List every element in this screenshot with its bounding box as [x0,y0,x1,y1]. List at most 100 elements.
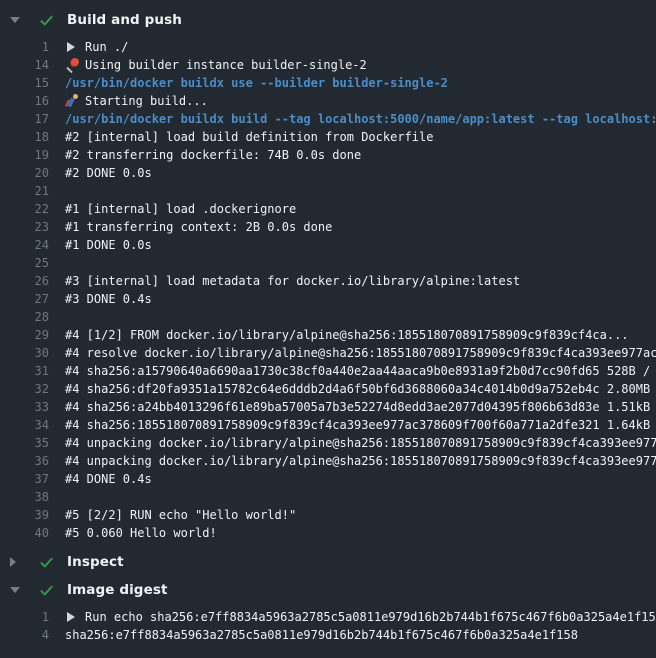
section-inspect: Inspect [0,548,656,576]
line-number[interactable]: 21 [0,184,49,198]
log-text: #2 DONE 0.0s [65,166,152,180]
chevron-down-icon[interactable] [10,17,26,23]
log-line: 18 #2 [internal] load build definition f… [0,128,656,146]
line-number[interactable]: 25 [0,256,49,270]
log-line: 19 #2 transferring dockerfile: 74B 0.0s … [0,146,656,164]
line-number[interactable]: 36 [0,454,49,468]
log-text: #4 sha256:df20fa9351a15782c64e6dddb2d4a6… [65,382,656,396]
line-number[interactable]: 1 [0,40,49,54]
line-number[interactable]: 18 [0,130,49,144]
success-check-icon [38,554,54,570]
log-text: #4 unpacking docker.io/library/alpine@sh… [65,454,656,468]
line-number[interactable]: 40 [0,526,49,540]
log-line: 32 #4 sha256:df20fa9351a15782c64e6dddb2d… [0,380,656,398]
log-line: 38 [0,488,656,506]
log-text: sha256:e7ff8834a5963a2785c5a0811e979d16b… [65,628,578,642]
log-text: #5 0.060 Hello world! [65,526,217,540]
line-number[interactable]: 31 [0,364,49,378]
line-number[interactable]: 32 [0,382,49,396]
log-line: 23 #1 transferring context: 2B 0.0s done [0,218,656,236]
log-line: 30 #4 resolve docker.io/library/alpine@s… [0,344,656,362]
log-block-image-digest: 1 Run echo sha256:e7ff8834a5963a2785c5a0… [0,604,656,650]
line-number[interactable]: 16 [0,94,49,108]
play-icon [65,40,81,54]
section-header-image-digest[interactable]: Image digest [0,576,656,604]
log-text: #1 DONE 0.0s [65,238,152,252]
log-line: 29 #4 [1/2] FROM docker.io/library/alpin… [0,326,656,344]
log-line: 15 /usr/bin/docker buildx use --builder … [0,74,656,92]
log-line: 22 #1 [internal] load .dockerignore [0,200,656,218]
log-text: Starting build... [85,94,208,108]
section-build-and-push: Build and push 1 Run ./ 14 Using builder… [0,6,656,548]
log-line: 16 Starting build... [0,92,656,110]
success-check-icon [38,582,54,598]
log-line: 20 #2 DONE 0.0s [0,164,656,182]
section-header-build-and-push[interactable]: Build and push [0,6,656,34]
actions-log-viewer: Build and push 1 Run ./ 14 Using builder… [0,0,656,650]
line-number[interactable]: 39 [0,508,49,522]
log-line: 40 #5 0.060 Hello world! [0,524,656,542]
log-line: 1 Run ./ [0,38,656,56]
line-number[interactable]: 35 [0,436,49,450]
log-text: /usr/bin/docker buildx build --tag local… [65,112,656,126]
log-line: 34 #4 sha256:185518070891758909c9f839cf4… [0,416,656,434]
log-text: /usr/bin/docker buildx use --builder bui… [65,76,448,90]
log-text: #4 [1/2] FROM docker.io/library/alpine@s… [65,328,629,342]
line-number[interactable]: 23 [0,220,49,234]
line-number[interactable]: 26 [0,274,49,288]
log-text: Run echo sha256:e7ff8834a5963a2785c5a081… [85,610,656,624]
log-text: #3 DONE 0.4s [65,292,152,306]
line-number[interactable]: 28 [0,310,49,324]
log-text: #4 resolve docker.io/library/alpine@sha2… [65,346,656,360]
line-number[interactable]: 38 [0,490,49,504]
section-title: Inspect [67,554,124,570]
runner-icon [65,94,81,108]
line-number[interactable]: 27 [0,292,49,306]
section-header-inspect[interactable]: Inspect [0,548,656,576]
log-text: #4 sha256:185518070891758909c9f839cf4ca3… [65,418,656,432]
log-text: #3 [internal] load metadata for docker.i… [65,274,520,288]
line-number[interactable]: 33 [0,400,49,414]
chevron-down-icon[interactable] [10,587,26,593]
log-text: #4 DONE 0.4s [65,472,152,486]
success-check-icon [38,12,54,28]
log-line: 27 #3 DONE 0.4s [0,290,656,308]
log-text: #4 unpacking docker.io/library/alpine@sh… [65,436,656,450]
line-number[interactable]: 29 [0,328,49,342]
log-line: 21 [0,182,656,200]
log-text: #4 sha256:a15790640a6690aa1730c38cf0a440… [65,364,656,378]
line-number[interactable]: 14 [0,58,49,72]
line-number[interactable]: 24 [0,238,49,252]
section-title: Build and push [67,12,182,28]
log-line: 28 [0,308,656,326]
section-image-digest: Image digest 1 Run echo sha256:e7ff8834a… [0,576,656,650]
log-text: #2 transferring dockerfile: 74B 0.0s don… [65,148,361,162]
line-number[interactable]: 20 [0,166,49,180]
line-number[interactable]: 34 [0,418,49,432]
line-number[interactable]: 30 [0,346,49,360]
log-line: 25 [0,254,656,272]
line-number[interactable]: 17 [0,112,49,126]
log-text: #5 [2/2] RUN echo "Hello world!" [65,508,296,522]
line-number[interactable]: 1 [0,610,49,624]
line-number[interactable]: 37 [0,472,49,486]
log-text: #2 [internal] load build definition from… [65,130,433,144]
pushpin-icon [65,58,81,72]
log-line: 31 #4 sha256:a15790640a6690aa1730c38cf0a… [0,362,656,380]
log-text: Run ./ [85,40,128,54]
line-number[interactable]: 4 [0,628,49,642]
log-text: #1 [internal] load .dockerignore [65,202,296,216]
chevron-right-icon[interactable] [10,557,26,567]
log-line: 1 Run echo sha256:e7ff8834a5963a2785c5a0… [0,608,656,626]
log-line: 35 #4 unpacking docker.io/library/alpine… [0,434,656,452]
log-line: 14 Using builder instance builder-single… [0,56,656,74]
line-number[interactable]: 19 [0,148,49,162]
log-line: 4 sha256:e7ff8834a5963a2785c5a0811e979d1… [0,626,656,644]
log-line: 26 #3 [internal] load metadata for docke… [0,272,656,290]
line-number[interactable]: 22 [0,202,49,216]
log-text: Using builder instance builder-single-2 [85,58,367,72]
log-block-build-and-push: 1 Run ./ 14 Using builder instance build… [0,34,656,548]
log-line: 36 #4 unpacking docker.io/library/alpine… [0,452,656,470]
log-line: 33 #4 sha256:a24bb4013296f61e89ba57005a7… [0,398,656,416]
line-number[interactable]: 15 [0,76,49,90]
